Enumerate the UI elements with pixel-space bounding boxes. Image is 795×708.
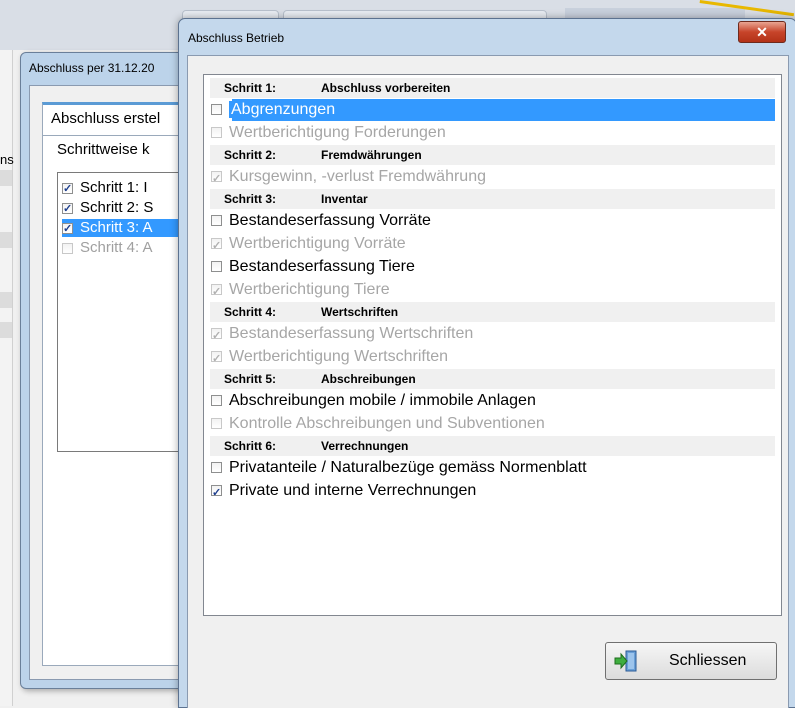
step-category: Inventar [321, 192, 368, 206]
step-item[interactable]: Bestandeserfassung Tiere [210, 256, 775, 278]
step-category: Verrechnungen [321, 439, 409, 453]
step-item-label: Abschreibungen mobile / immobile Anlagen [229, 392, 536, 409]
step-item: Kursgewinn, -verlust Fremdwährung [210, 166, 775, 190]
back-step-label: Schritt 4: A [80, 239, 153, 256]
step-item-label: Bestandeserfassung Vorräte [229, 212, 431, 229]
step-item-checkbox[interactable] [211, 215, 222, 227]
step-item: Wertberichtigung Forderungen [210, 122, 775, 144]
step-item[interactable]: Abgrenzungen [210, 99, 775, 121]
step-header: Schritt 5: Abschreibungen [210, 369, 775, 389]
left-row-bar [0, 232, 12, 248]
step-number: Schritt 2: [224, 148, 277, 162]
back-step-checkbox[interactable] [62, 220, 73, 238]
step-item-checkbox [211, 325, 222, 347]
back-tab-label: Abschluss erstel [51, 110, 161, 127]
step-item-label: Bestandeserfassung Wertschriften [229, 325, 474, 342]
step-item: Wertberichtigung Wertschriften [210, 346, 775, 370]
left-background-panel [0, 50, 13, 706]
step-item-checkbox[interactable] [211, 462, 222, 474]
step-category: Wertschriften [321, 305, 399, 319]
back-step-label: Schritt 3: A [80, 219, 153, 236]
back-step-checkbox[interactable] [62, 200, 73, 218]
step-item: Bestandeserfassung Wertschriften [210, 323, 775, 347]
step-item-checkbox[interactable] [211, 104, 222, 116]
step-item[interactable]: Private und interne Verrechnungen [210, 480, 775, 504]
back-step-checkbox[interactable] [62, 242, 73, 254]
step-header: Schritt 4: Wertschriften [210, 302, 775, 322]
step-item[interactable]: Bestandeserfassung Vorräte [210, 210, 775, 232]
schliessen-button[interactable]: Schliessen [605, 642, 777, 680]
step-category: Abschreibungen [321, 372, 416, 386]
step-item-checkbox [211, 348, 222, 370]
close-button[interactable]: ✕ [738, 21, 786, 43]
step-number: Schritt 3: [224, 192, 277, 206]
close-x-icon: ✕ [756, 24, 768, 40]
schliessen-label: Schliessen [669, 652, 747, 669]
step-number: Schritt 5: [224, 372, 277, 386]
step-item: Wertberichtigung Tiere [210, 279, 775, 303]
step-item: Wertberichtigung Vorräte [210, 233, 775, 257]
step-item-checkbox[interactable] [211, 261, 222, 273]
step-header: Schritt 1: Abschluss vorbereiten [210, 78, 775, 98]
step-item[interactable]: Privatanteile / Naturalbezüge gemäss Nor… [210, 457, 775, 479]
step-item-label: Abgrenzungen [229, 101, 338, 118]
step-header: Schritt 6: Verrechnungen [210, 436, 775, 456]
left-row-bar [0, 322, 12, 338]
back-label: Schrittweise k [57, 141, 150, 158]
step-item: Kontrolle Abschreibungen und Subventione… [210, 413, 775, 435]
step-category: Abschluss vorbereiten [321, 81, 451, 95]
step-item-label: Kontrolle Abschreibungen und Subventione… [229, 415, 545, 432]
step-checklist[interactable]: Schritt 1: Abschluss vorbereiten Abgrenzun… [203, 74, 782, 616]
back-step-label: Schritt 1: I [80, 179, 148, 196]
step-item[interactable]: Abschreibungen mobile / immobile Anlagen [210, 390, 775, 412]
exit-door-icon [614, 650, 637, 672]
left-row-bar [0, 170, 12, 186]
step-item-checkbox [211, 418, 222, 430]
step-item-label: Wertberichtigung Tiere [229, 281, 390, 298]
step-item-checkbox [211, 281, 222, 303]
step-item-checkbox[interactable] [211, 395, 222, 407]
step-item-label: Kursgewinn, -verlust Fremdwährung [229, 168, 486, 185]
step-item-label: Privatanteile / Naturalbezüge gemäss Nor… [229, 459, 587, 476]
step-category: Fremdwährungen [321, 148, 422, 162]
step-item-label: Wertberichtigung Vorräte [229, 235, 406, 252]
step-header: Schritt 2: Fremdwährungen [210, 145, 775, 165]
step-item-checkbox [211, 168, 222, 190]
back-dialog-title: Abschluss per 31.12.20 [29, 61, 155, 75]
step-item-label: Wertberichtigung Forderungen [229, 124, 446, 141]
step-number: Schritt 1: [224, 81, 277, 95]
back-step-checkbox[interactable] [62, 180, 73, 198]
step-item-label: Wertberichtigung Wertschriften [229, 348, 449, 365]
left-partial-label: ns [0, 152, 14, 167]
back-step-label: Schritt 2: S [80, 199, 154, 216]
step-item-checkbox[interactable] [211, 482, 222, 504]
step-number: Schritt 4: [224, 305, 277, 319]
step-item-checkbox [211, 127, 222, 139]
dialog-client: Schritt 1: Abschluss vorbereiten Abgrenzun… [187, 55, 789, 708]
step-item-label: Private und interne Verrechnungen [229, 482, 477, 499]
step-header: Schritt 3: Inventar [210, 189, 775, 209]
left-row-bar [0, 292, 12, 308]
step-item-checkbox [211, 235, 222, 257]
step-item-label: Bestandeserfassung Tiere [229, 258, 415, 275]
dialog-title: Abschluss Betrieb [188, 31, 285, 45]
step-number: Schritt 6: [224, 439, 277, 453]
abschluss-betrieb-dialog: Abschluss Betrieb ✕ Schritt 1: Abschluss … [178, 18, 795, 708]
